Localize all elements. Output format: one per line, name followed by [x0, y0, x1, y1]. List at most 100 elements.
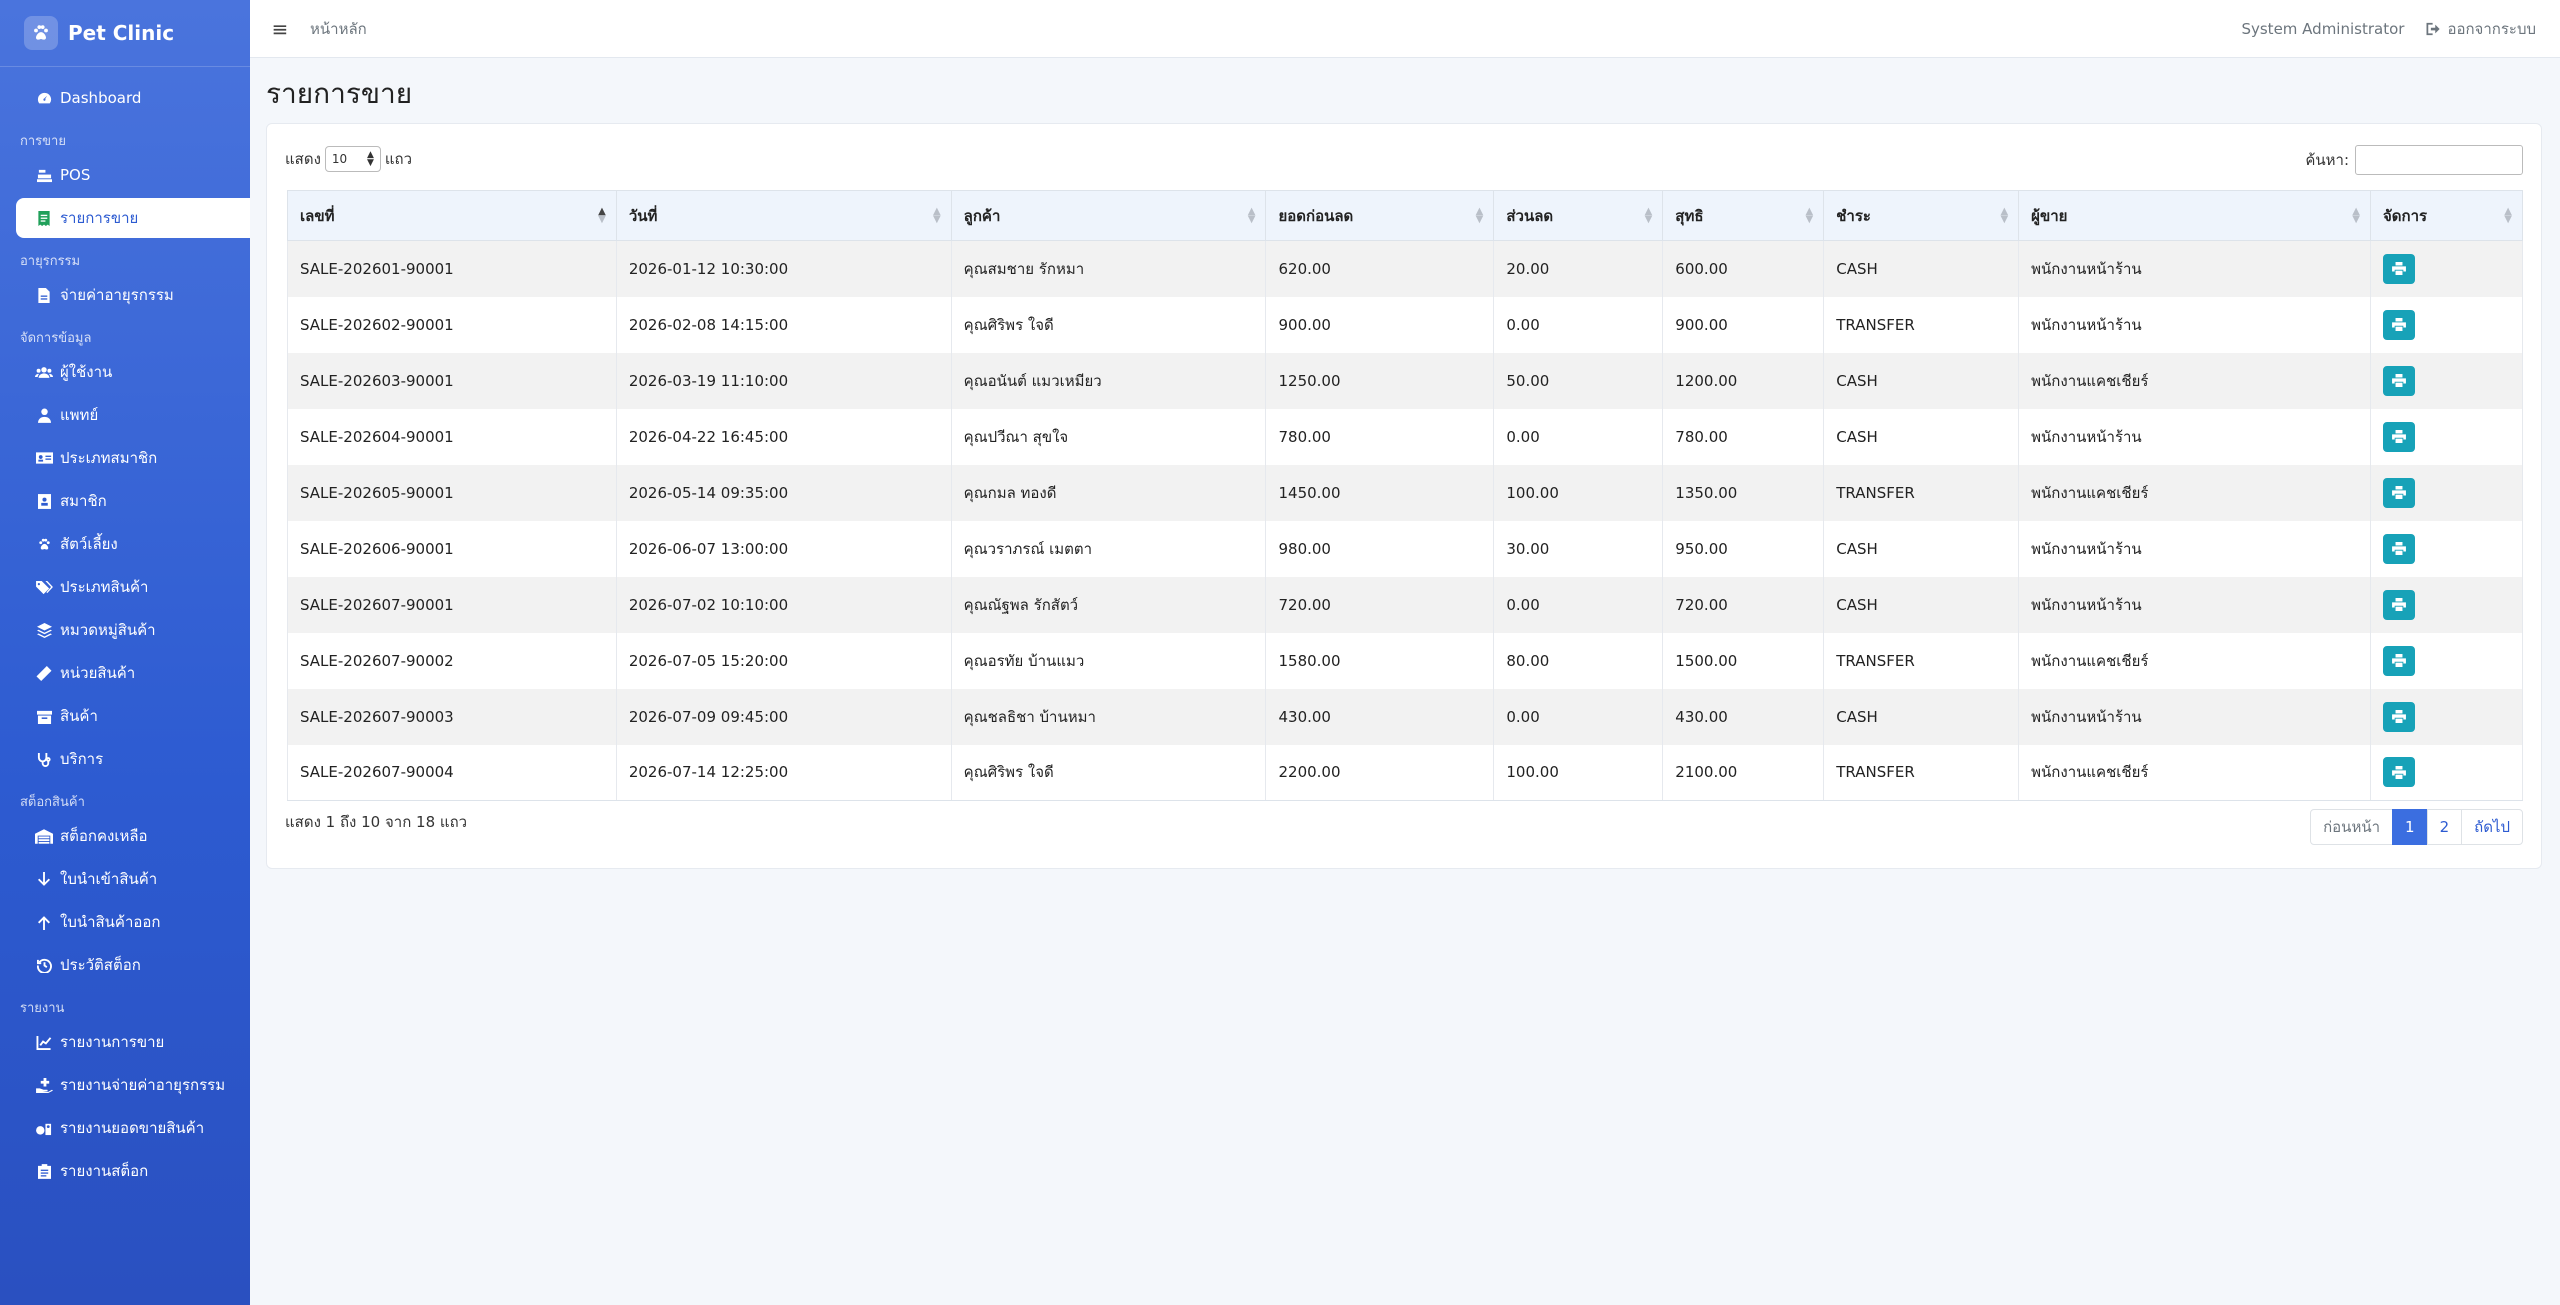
sidebar-item-stock-in[interactable]: ใบนำเข้าสินค้า: [16, 859, 250, 899]
hand-holding-medical-icon: [34, 1075, 54, 1095]
table-cell: คุณศิริพร ใจดี: [950, 744, 1267, 801]
sidebar-item-label: แพทย์: [60, 406, 99, 424]
column-header[interactable]: สุทธิ ▲ ▼: [1662, 190, 1825, 241]
sort-icon: ▲ ▼: [1475, 205, 1484, 225]
sidebar-item-report-stock[interactable]: รายงานสต็อก: [16, 1151, 250, 1191]
sidebar-item-member-types[interactable]: ประเภทสมาชิก: [16, 438, 250, 478]
sidebar-item-label: ประเภทสมาชิก: [60, 449, 158, 467]
sidebar-item-services[interactable]: บริการ: [16, 739, 250, 779]
print-button[interactable]: [2382, 421, 2415, 452]
table-cell: 100.00: [1493, 744, 1664, 801]
sidebar-item-medical-pay[interactable]: จ่ายค่าอายุรกรรม: [16, 275, 250, 315]
table-cell: คุณอรทัย บ้านแมว: [950, 632, 1267, 689]
column-header-label: จัดการ: [2382, 206, 2428, 225]
logout-link[interactable]: ออกจากระบบ: [2426, 17, 2536, 41]
search-control: ค้นหา:: [2305, 145, 2523, 175]
column-header[interactable]: จัดการ ▲ ▼: [2369, 190, 2524, 241]
table-cell-actions: [2369, 464, 2524, 521]
table-cell: 2026-07-05 15:20:00: [615, 632, 952, 689]
print-button[interactable]: [2382, 589, 2415, 620]
table-cell: SALE-202604-90001: [287, 408, 617, 465]
sidebar-item-label: หมวดหมู่สินค้า: [60, 621, 156, 639]
next-page-button[interactable]: ถัดไป: [2461, 809, 2523, 845]
table-cell: 0.00: [1493, 576, 1664, 633]
print-button[interactable]: [2382, 533, 2415, 564]
sidebar-item-members[interactable]: สมาชิก: [16, 481, 250, 521]
table-cell-actions: [2369, 744, 2524, 801]
table-cell: 430.00: [1265, 688, 1495, 745]
table-cell: 1580.00: [1265, 632, 1495, 689]
table-cell: CASH: [1823, 688, 2020, 745]
menu-toggle-icon[interactable]: ≡: [250, 17, 310, 41]
sidebar-item-products[interactable]: สินค้า: [16, 696, 250, 736]
table-header-row: เลขที่ ▲ ▼ วันที่ ▲ ▼ ลูกค้า ▲ ▼ ยอดก่อนลด ▲ ▼ ส่วนล…: [287, 190, 2524, 241]
table-cell: SALE-202601-90001: [287, 240, 617, 297]
sidebar-item-report-medical[interactable]: รายงานจ่ายค่าอายุรกรรม: [16, 1065, 250, 1105]
sidebar-item-label: สินค้า: [60, 707, 98, 725]
page-title: รายการขาย: [266, 77, 413, 110]
page-2-button[interactable]: 2: [2426, 809, 2463, 845]
table-cell: 2026-07-02 10:10:00: [615, 576, 952, 633]
sidebar-item-stock-out[interactable]: ใบนำสินค้าออก: [16, 902, 250, 942]
print-button[interactable]: [2382, 365, 2415, 396]
page-length-select[interactable]: 10 ▲ ▼: [324, 146, 381, 172]
table-cell: 780.00: [1265, 408, 1495, 465]
sidebar-item-doctors[interactable]: แพทย์: [16, 395, 250, 435]
sidebar-item-stock-balance[interactable]: สต็อกคงเหลือ: [16, 816, 250, 856]
print-button[interactable]: [2382, 477, 2415, 508]
sidebar-item-product-categories[interactable]: หมวดหมู่สินค้า: [16, 610, 250, 650]
app-title: Pet Clinic: [68, 21, 175, 45]
table-row: SALE-202604-90001 2026-04-22 16:45:00 คุณป…: [287, 408, 2524, 465]
print-button[interactable]: [2382, 253, 2415, 284]
breadcrumb[interactable]: หน้าหลัก: [310, 17, 367, 41]
brand[interactable]: Pet Clinic: [0, 0, 250, 67]
print-button[interactable]: [2382, 645, 2415, 676]
paw-icon: [34, 534, 54, 554]
sign-out-icon: [2426, 22, 2441, 35]
table-cell: 2200.00: [1265, 744, 1495, 801]
table-row: SALE-202605-90001 2026-05-14 09:35:00 คุณก…: [287, 464, 2524, 521]
print-button[interactable]: [2382, 757, 2415, 788]
column-header[interactable]: ลูกค้า ▲ ▼: [950, 190, 1267, 241]
print-button[interactable]: [2382, 701, 2415, 732]
table-cell: 30.00: [1493, 520, 1664, 577]
history-icon: [34, 955, 54, 975]
sidebar-item-pos[interactable]: POS: [16, 155, 250, 195]
table-cell: พนักงานแคชเชียร์: [2018, 464, 2371, 521]
sidebar-item-dashboard[interactable]: Dashboard: [16, 78, 250, 118]
sidebar-item-report-product-sales[interactable]: รายงานยอดขายสินค้า: [16, 1108, 250, 1148]
column-header[interactable]: ผู้ขาย ▲ ▼: [2018, 190, 2371, 241]
sidebar-item-report-sales[interactable]: รายงานการขาย: [16, 1022, 250, 1062]
sidebar-item-users[interactable]: ผู้ใช้งาน: [16, 352, 250, 392]
column-header[interactable]: เลขที่ ▲ ▼: [287, 190, 617, 241]
print-button[interactable]: [2382, 309, 2415, 340]
prev-page-button[interactable]: ก่อนหน้า: [2310, 809, 2394, 845]
table-cell: 0.00: [1493, 408, 1664, 465]
table-cell: 2026-04-22 16:45:00: [615, 408, 952, 465]
search-input[interactable]: [2355, 145, 2523, 175]
table-row: SALE-202606-90001 2026-06-07 13:00:00 คุณว…: [287, 520, 2524, 577]
arrow-up-icon: [34, 912, 54, 932]
sidebar-item-product-types[interactable]: ประเภทสินค้า: [16, 567, 250, 607]
table-cell: 50.00: [1493, 352, 1664, 409]
page-1-button[interactable]: 1: [2392, 809, 2428, 845]
sidebar-item-pets[interactable]: สัตว์เลี้ยง: [16, 524, 250, 564]
column-header[interactable]: ยอดก่อนลด ▲ ▼: [1265, 190, 1495, 241]
sidebar-section-sales: การขาย: [20, 134, 66, 149]
sidebar: Pet Clinic Dashboard การขาย POS รายการขา…: [0, 0, 250, 1305]
print-icon: [2392, 430, 2406, 443]
cash-register-icon: [34, 165, 54, 185]
table-cell: TRANSFER: [1823, 632, 2020, 689]
sidebar-section-medical: อายุรกรรม: [20, 254, 81, 269]
print-icon: [2392, 486, 2406, 499]
sidebar-item-sales-list[interactable]: รายการขาย: [16, 198, 250, 238]
column-header[interactable]: วันที่ ▲ ▼: [615, 190, 952, 241]
column-header[interactable]: ชำระ ▲ ▼: [1823, 190, 2020, 241]
column-header-label: สุทธิ: [1675, 206, 1704, 225]
table-cell: 0.00: [1493, 296, 1664, 353]
sort-icon: ▲ ▼: [598, 205, 606, 225]
print-icon: [2392, 654, 2406, 667]
column-header[interactable]: ส่วนลด ▲ ▼: [1493, 190, 1664, 241]
sidebar-item-stock-history[interactable]: ประวัติสต็อก: [16, 945, 250, 985]
sidebar-item-product-units[interactable]: หน่วยสินค้า: [16, 653, 250, 693]
